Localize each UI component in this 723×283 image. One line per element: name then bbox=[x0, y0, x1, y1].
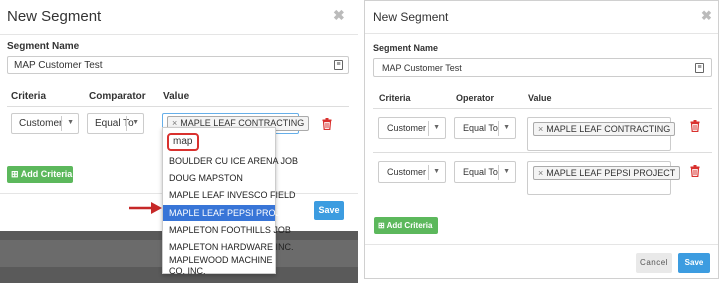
selected-tag-label: MAPLE LEAF PEPSI PROJECT bbox=[546, 168, 676, 178]
trash-icon[interactable] bbox=[690, 164, 700, 182]
dropdown-search-input[interactable]: map bbox=[167, 133, 199, 151]
segment-name-label: Segment Name bbox=[7, 41, 80, 52]
cancel-button[interactable]: Cancel bbox=[636, 253, 672, 273]
operator-select-value: Equal To bbox=[463, 123, 498, 133]
caret-down-icon: ▼ bbox=[132, 119, 139, 126]
close-icon[interactable]: ✖ bbox=[333, 7, 345, 24]
add-criteria-button[interactable]: ⊞ Add Criteria bbox=[7, 166, 73, 183]
comparator-select[interactable]: Equal To ▼ bbox=[87, 113, 144, 134]
comparator-select-value: Equal To bbox=[95, 118, 134, 129]
option-label: MAPLE LEAF PEPSI PROJECT bbox=[169, 208, 299, 218]
modal-title: New Segment bbox=[7, 8, 102, 25]
segment-name-label: Segment Name bbox=[373, 43, 439, 53]
value-multiselect[interactable]: × MAPLE LEAF CONTRACTING bbox=[527, 117, 676, 151]
segment-name-value: MAP Customer Test bbox=[382, 63, 462, 73]
select-divider bbox=[428, 165, 429, 180]
select-divider bbox=[498, 121, 499, 136]
select-divider bbox=[428, 121, 429, 136]
dropdown-option[interactable]: BOULDER CU ICE ARENA JOB bbox=[163, 156, 298, 166]
dropdown-option[interactable]: MAPLETON FOOTHILLS JOB bbox=[163, 225, 291, 235]
dropdown-option[interactable]: DOUG MAPSTON bbox=[163, 173, 275, 183]
operator-select[interactable]: Equal To ▼ bbox=[454, 117, 516, 139]
stage: New Segment ✖ Segment Name MAP Customer … bbox=[0, 0, 723, 283]
plus-icon: ⊞ bbox=[378, 221, 387, 230]
operator-select-value: Equal To bbox=[463, 167, 498, 177]
segment-name-input[interactable]: MAP Customer Test ≡ bbox=[373, 58, 712, 77]
option-label: DOUG MAPSTON bbox=[169, 173, 243, 183]
remove-tag-icon[interactable]: × bbox=[538, 124, 543, 134]
value-dropdown: map BOULDER CU ICE ARENA JOB DOUG MAPSTO… bbox=[162, 127, 298, 277]
criteria-select-value: Customer bbox=[387, 167, 427, 177]
caret-down-icon: ▼ bbox=[67, 119, 74, 126]
criteria-select-value: Customer bbox=[387, 123, 427, 133]
dropdown-option[interactable]: MAPLETON HARDWARE INC. bbox=[163, 242, 294, 252]
dropdown-option-highlighted[interactable]: MAPLE LEAF PEPSI PROJECT bbox=[163, 205, 298, 221]
input-icon: ≡ bbox=[334, 60, 343, 70]
value-header: Value bbox=[163, 91, 190, 102]
right-modal: New Segment ✖ Segment Name MAP Customer … bbox=[364, 0, 719, 279]
trash-icon[interactable] bbox=[322, 117, 332, 135]
value-header: Value bbox=[528, 93, 552, 103]
divider bbox=[0, 34, 358, 35]
divider bbox=[365, 33, 718, 34]
caret-down-icon: ▼ bbox=[503, 124, 510, 131]
selected-tag[interactable]: × MAPLE LEAF PEPSI PROJECT bbox=[533, 166, 681, 180]
option-label: MAPLEWOOD MACHINE CO. INC. bbox=[169, 255, 273, 276]
remove-tag-icon[interactable]: × bbox=[538, 168, 543, 178]
red-arrow-icon bbox=[129, 201, 163, 220]
save-button[interactable]: Save bbox=[314, 201, 344, 220]
dropdown-option[interactable]: MAPLEWOOD MACHINE CO. INC. bbox=[163, 255, 275, 277]
criteria-select[interactable]: Customer ▼ bbox=[378, 117, 446, 139]
save-button[interactable]: Save bbox=[678, 253, 710, 273]
select-divider bbox=[61, 116, 62, 131]
header-divider bbox=[7, 106, 349, 107]
caret-down-icon: ▼ bbox=[433, 168, 440, 175]
dropdown-option[interactable]: MAPLE LEAF INVESCO FIELD bbox=[163, 190, 296, 200]
criteria-header: Criteria bbox=[11, 91, 47, 102]
selected-tag[interactable]: × MAPLE LEAF CONTRACTING bbox=[533, 122, 676, 136]
option-label: BOULDER CU ICE ARENA JOB bbox=[169, 156, 299, 166]
operator-header: Operator bbox=[456, 93, 495, 103]
select-divider bbox=[126, 116, 127, 131]
option-label: MAPLE LEAF INVESCO FIELD bbox=[169, 190, 296, 200]
criteria-select[interactable]: Customer ▼ bbox=[11, 113, 79, 134]
selected-tag-label: MAPLE LEAF CONTRACTING bbox=[546, 124, 671, 134]
caret-down-icon: ▼ bbox=[503, 168, 510, 175]
trash-icon[interactable] bbox=[690, 119, 700, 137]
segment-name-input[interactable]: MAP Customer Test ≡ bbox=[7, 56, 349, 74]
left-panel: New Segment ✖ Segment Name MAP Customer … bbox=[0, 0, 358, 283]
header-divider bbox=[373, 108, 712, 109]
plus-icon: ⊞ bbox=[11, 169, 21, 179]
comparator-header: Comparator bbox=[89, 91, 146, 102]
criteria-select-value: Customer bbox=[19, 118, 63, 129]
add-criteria-label: Add Criteria bbox=[20, 169, 73, 179]
option-label: MAPLETON FOOTHILLS JOB bbox=[169, 225, 291, 235]
operator-select[interactable]: Equal To ▼ bbox=[454, 161, 516, 183]
footer-divider bbox=[365, 244, 718, 245]
close-icon[interactable]: ✖ bbox=[701, 8, 712, 24]
add-criteria-button[interactable]: ⊞ Add Criteria bbox=[374, 217, 438, 234]
criteria-select[interactable]: Customer ▼ bbox=[378, 161, 446, 183]
row-divider bbox=[373, 152, 712, 153]
caret-down-icon: ▼ bbox=[433, 124, 440, 131]
input-icon: ≡ bbox=[695, 63, 704, 73]
select-divider bbox=[498, 165, 499, 180]
add-criteria-label: Add Criteria bbox=[386, 221, 433, 230]
option-label: MAPLETON HARDWARE INC. bbox=[169, 242, 294, 252]
modal-title: New Segment bbox=[373, 10, 449, 24]
segment-name-value: MAP Customer Test bbox=[14, 60, 103, 71]
criteria-header: Criteria bbox=[379, 93, 411, 103]
value-multiselect[interactable]: × MAPLE LEAF PEPSI PROJECT bbox=[527, 161, 681, 195]
